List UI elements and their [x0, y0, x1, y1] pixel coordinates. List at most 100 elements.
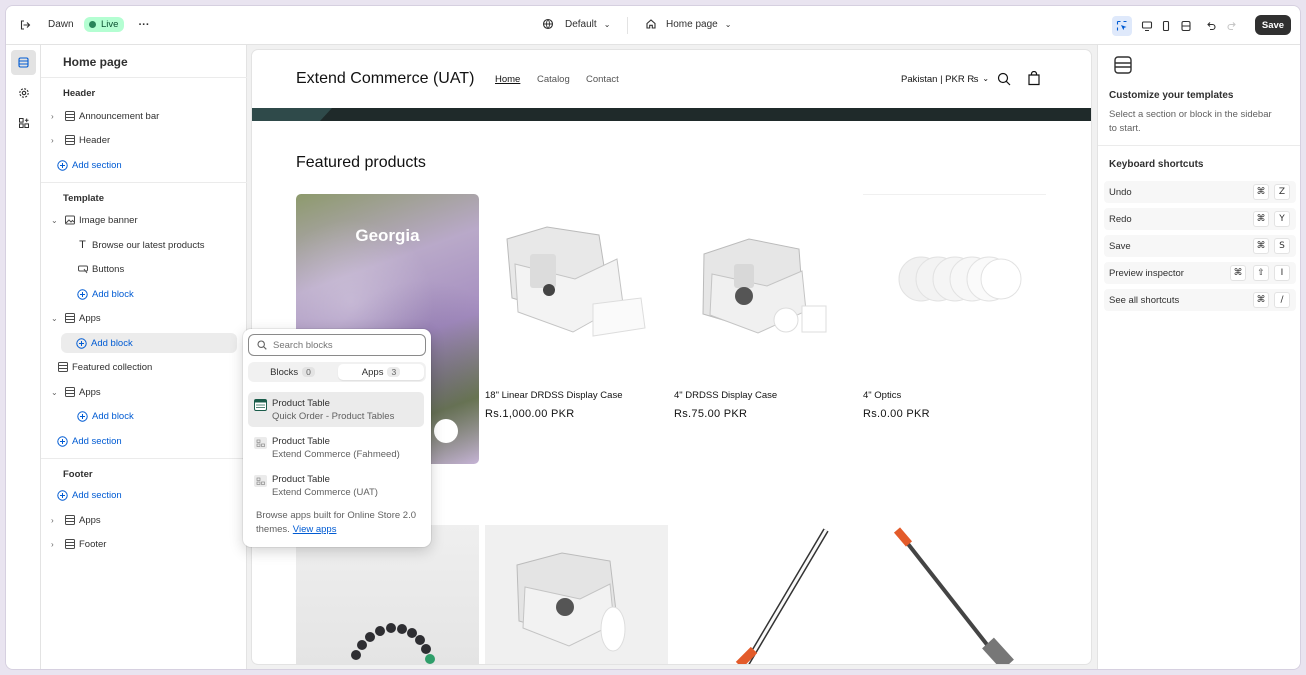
section-icon: [64, 135, 75, 146]
block-option-quick-order[interactable]: Product Table Quick Order - Product Tabl…: [248, 392, 424, 427]
section-image-banner[interactable]: ⌄ Image banner: [41, 210, 247, 230]
shortcut-row-preview-inspector: Preview inspector ⌘ ⇧ I: [1104, 262, 1296, 284]
add-section-footer-button[interactable]: Add section: [41, 485, 247, 505]
panel-description-line-2: to start.: [1109, 123, 1141, 134]
product-image-6[interactable]: [485, 525, 668, 664]
exit-icon[interactable]: [16, 16, 34, 34]
section-label: Footer: [79, 538, 107, 550]
block-option-uat[interactable]: Product Table Extend Commerce (UAT): [248, 468, 424, 503]
page-select[interactable]: Home page ⌄: [645, 18, 731, 30]
add-block-apps-2-button[interactable]: Add block: [41, 406, 247, 426]
chevron-right-icon[interactable]: ›: [51, 112, 61, 121]
shortcut-label: Save: [1109, 240, 1131, 252]
product-title-2[interactable]: 18" Linear DRDSS Display Case: [485, 390, 623, 401]
search-blocks-field[interactable]: [248, 334, 426, 356]
product-image-7[interactable]: [674, 525, 857, 664]
product-price-2: Rs.1,000.00 PKR: [485, 408, 575, 420]
shortcut-row-see-all[interactable]: See all shortcuts ⌘ /: [1104, 289, 1296, 311]
settings-gear-icon[interactable]: [11, 80, 36, 105]
banner-heading: Georgia: [355, 226, 420, 245]
section-featured-collection[interactable]: Featured collection: [41, 357, 247, 377]
section-apps-2[interactable]: ⌄ Apps: [41, 382, 247, 402]
section-apps-3[interactable]: › Apps: [41, 510, 247, 530]
product-title-4[interactable]: 4" Optics: [863, 390, 901, 401]
add-block-banner-button[interactable]: Add block: [41, 284, 247, 304]
app-embeds-icon[interactable]: [11, 110, 36, 135]
chevron-down-icon[interactable]: ⌄: [51, 388, 61, 397]
mobile-view-icon[interactable]: [1157, 17, 1175, 35]
divider: [41, 77, 247, 78]
block-browse-text[interactable]: T Browse our latest products: [41, 235, 247, 255]
undo-icon[interactable]: [1202, 17, 1220, 35]
banner-button[interactable]: [434, 419, 458, 443]
tab-apps[interactable]: Apps 3: [338, 364, 424, 380]
live-badge: Live: [84, 17, 125, 32]
nav-contact[interactable]: Contact: [586, 74, 619, 85]
product-image-4[interactable]: [863, 194, 1046, 377]
announcement-strip: [252, 108, 1091, 121]
product-image-3[interactable]: [674, 194, 857, 377]
home-icon: [646, 19, 656, 29]
block-label: Buttons: [92, 263, 125, 275]
shortcut-label: Undo: [1109, 186, 1132, 198]
section-apps-1[interactable]: ⌄ Apps: [41, 308, 247, 328]
add-section-label: Add section: [72, 159, 122, 171]
locale-selector[interactable]: Pakistan | PKR ₨ ⌄: [901, 74, 989, 85]
save-button[interactable]: Save: [1255, 15, 1291, 35]
inspector-toggle-icon[interactable]: [1112, 16, 1132, 36]
more-actions-icon[interactable]: ···: [135, 16, 153, 34]
fullscreen-view-icon[interactable]: [1177, 17, 1195, 35]
add-block-label: Add block: [92, 410, 134, 422]
key: Z: [1274, 184, 1290, 200]
block-option-fahmeed[interactable]: Product Table Extend Commerce (Fahmeed): [248, 430, 424, 465]
section-header[interactable]: › Header: [41, 130, 247, 150]
template-select[interactable]: Default ⌄: [542, 18, 610, 30]
add-block-apps-button[interactable]: Add block: [61, 333, 237, 353]
add-section-template-button[interactable]: Add section: [41, 431, 247, 451]
view-apps-link[interactable]: View apps: [293, 524, 337, 535]
redo-icon[interactable]: [1223, 17, 1241, 35]
add-section-label: Add section: [72, 435, 122, 447]
tab-blocks[interactable]: Blocks 0: [250, 364, 335, 380]
divider: [41, 458, 247, 459]
sidebar-title: Home page: [63, 55, 128, 69]
add-section-header-button[interactable]: Add section: [41, 155, 247, 175]
plus-circle-icon: [77, 288, 88, 300]
chevron-right-icon[interactable]: ›: [51, 136, 61, 145]
text-icon: T: [79, 239, 86, 251]
product-title-3[interactable]: 4" DRDSS Display Case: [674, 390, 777, 401]
image-icon: [64, 215, 75, 226]
cmd-key: ⌘: [1253, 292, 1269, 308]
search-icon[interactable]: [997, 72, 1011, 86]
chevron-down-icon[interactable]: ⌄: [51, 216, 61, 225]
tab-blocks-count: 0: [302, 367, 315, 377]
add-block-label: Add block: [91, 337, 133, 349]
chevron-right-icon[interactable]: ›: [51, 540, 61, 549]
button-icon: [77, 264, 88, 275]
chevron-down-icon: ⌄: [982, 74, 990, 83]
section-icon: [57, 362, 68, 373]
sections-icon[interactable]: [11, 50, 36, 75]
chevron-down-icon[interactable]: ⌄: [51, 314, 61, 323]
theme-name: Dawn: [48, 19, 74, 30]
product-price-3: Rs.75.00 PKR: [674, 408, 748, 420]
block-buttons[interactable]: Buttons: [41, 259, 247, 279]
search-blocks-input[interactable]: [273, 339, 413, 351]
cmd-key: ⌘: [1253, 211, 1269, 227]
cart-icon[interactable]: [1027, 71, 1041, 86]
section-footer[interactable]: › Footer: [41, 534, 247, 554]
nav-home[interactable]: Home: [495, 74, 520, 85]
sections-sidebar: Home page Header › Announcement bar › He…: [41, 45, 247, 669]
desktop-view-icon[interactable]: [1138, 17, 1156, 35]
product-image-8[interactable]: [863, 525, 1046, 664]
block-option-title: Product Table: [272, 436, 330, 447]
store-logo[interactable]: Extend Commerce (UAT): [296, 70, 474, 88]
section-announcement-bar[interactable]: › Announcement bar: [41, 106, 247, 126]
section-icon: [64, 539, 75, 550]
tab-blocks-label: Blocks: [270, 366, 299, 378]
left-rail: [6, 45, 41, 669]
product-table-app-icon: [254, 399, 267, 411]
product-image-2[interactable]: [485, 194, 668, 377]
nav-catalog[interactable]: Catalog: [537, 74, 570, 85]
chevron-right-icon[interactable]: ›: [51, 516, 61, 525]
